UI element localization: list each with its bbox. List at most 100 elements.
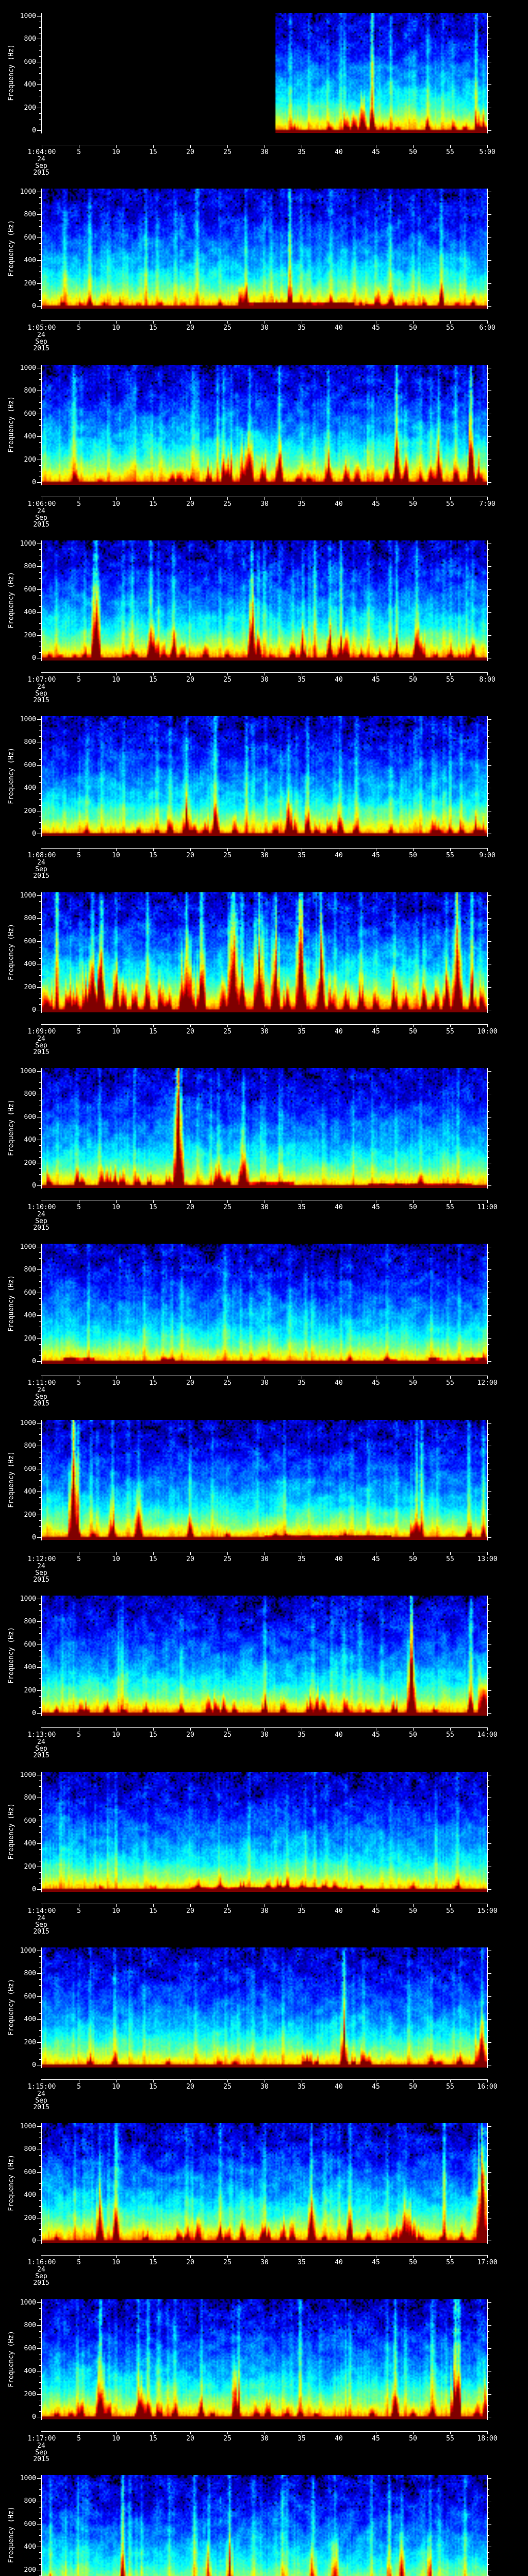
y-major-tick — [37, 895, 41, 896]
y-major-tick-right — [487, 1973, 491, 1974]
y-minor-tick-right — [487, 73, 489, 74]
y-minor-tick-right — [487, 402, 489, 403]
x-tick-label-end: 16:00 — [477, 2083, 498, 2091]
spectrogram-canvas — [42, 540, 487, 660]
y-tick-label: 400 — [24, 1312, 36, 1320]
y-tick-label: 0 — [32, 479, 36, 486]
y-tick-label: 0 — [32, 127, 36, 134]
y-minor-tick-right — [487, 2319, 489, 2320]
y-major-tick — [37, 1361, 41, 1362]
y-tick-label: 0 — [32, 1006, 36, 1014]
y-minor-tick-right — [487, 1849, 489, 1850]
y-tick-label: 400 — [24, 2015, 36, 2024]
y-minor-tick — [39, 1809, 41, 1810]
y-minor-tick — [39, 2382, 41, 2383]
y-major-tick-right — [487, 1713, 491, 1714]
spectrogram-canvas — [42, 1068, 487, 1188]
y-tick-label: 1000 — [20, 188, 36, 196]
y-major-tick — [37, 260, 41, 261]
y-minor-tick-right — [487, 1463, 489, 1464]
x-major-tick — [450, 145, 451, 148]
y-minor-tick — [39, 402, 41, 403]
y-minor-tick — [39, 300, 41, 301]
x-major-tick — [153, 1728, 154, 1731]
y-tick-label: 400 — [24, 2367, 36, 2376]
y-minor-tick-right — [487, 2002, 489, 2003]
y-minor-tick — [39, 27, 41, 28]
y-minor-tick-right — [487, 975, 489, 976]
y-minor-tick-right — [487, 981, 489, 982]
x-major-tick — [450, 1904, 451, 1907]
y-axis-title: Frequency (Hz) — [7, 1627, 15, 1684]
x-major-tick — [450, 1376, 451, 1379]
y-tick-label: 400 — [24, 257, 36, 265]
y-minor-tick — [39, 572, 41, 573]
x-major-tick — [487, 2080, 488, 2082]
x-major-tick — [227, 673, 228, 675]
y-tick-label: 600 — [24, 1113, 36, 1121]
y-minor-tick-right — [487, 1082, 489, 1083]
spectrogram-panel: Frequency (Hz) 0 200 400 600 800 1000 1:05:00 5… — [0, 176, 528, 352]
y-tick-label: 600 — [24, 585, 36, 594]
x-major-tick — [450, 2256, 451, 2258]
x-major-tick — [190, 2256, 191, 2258]
y-minor-tick-right — [487, 1520, 489, 1521]
y-minor-tick — [39, 975, 41, 976]
x-major-tick — [153, 145, 154, 148]
y-minor-tick-right — [487, 623, 489, 624]
y-tick-label: 400 — [24, 2543, 36, 2551]
y-major-tick-right — [487, 1889, 491, 1890]
y-minor-tick — [39, 1004, 41, 1005]
y-minor-tick — [39, 2489, 41, 2490]
y-minor-tick-right — [487, 2030, 489, 2031]
y-axis-title: Frequency (Hz) — [7, 572, 15, 629]
y-minor-tick — [39, 2495, 41, 2496]
x-major-tick — [116, 2432, 117, 2434]
y-axis-title: Frequency (Hz) — [7, 2506, 15, 2563]
y-minor-tick-right — [487, 2308, 489, 2309]
y-tick-label: 800 — [24, 914, 36, 923]
y-tick-label: 200 — [24, 807, 36, 815]
y-minor-tick — [39, 2229, 41, 2230]
y-tick-label: 200 — [24, 2038, 36, 2046]
y-minor-tick — [39, 379, 41, 380]
x-major-tick — [413, 2256, 414, 2258]
y-minor-tick — [39, 289, 41, 290]
spectrogram-canvas — [42, 2299, 487, 2419]
y-major-tick-right — [487, 566, 491, 567]
y-minor-tick-right — [487, 2200, 489, 2201]
y-minor-tick-right — [487, 2143, 489, 2144]
y-tick-label: 600 — [24, 761, 36, 769]
y-minor-tick-right — [487, 2183, 489, 2184]
y-major-tick-right — [487, 84, 491, 86]
y-minor-tick — [39, 1985, 41, 1986]
y-axis — [41, 189, 42, 309]
y-tick-label: 0 — [32, 654, 36, 662]
y-minor-tick — [39, 748, 41, 749]
y-axis — [41, 1947, 42, 2068]
y-minor-tick-right — [487, 1786, 489, 1787]
y-minor-tick — [39, 736, 41, 737]
x-major-tick — [227, 1552, 228, 1555]
y-minor-tick-right — [487, 1355, 489, 1356]
y-major-tick — [37, 1973, 41, 1974]
y-minor-tick — [39, 912, 41, 913]
x-major-tick — [487, 1025, 488, 1027]
y-major-tick — [37, 2172, 41, 2173]
y-minor-tick — [39, 782, 41, 783]
y-minor-tick — [39, 1826, 41, 1827]
x-major-tick — [190, 497, 191, 500]
y-tick-label: 400 — [24, 2191, 36, 2199]
y-minor-tick-right — [487, 442, 489, 443]
x-major-tick — [450, 1728, 451, 1731]
y-major-tick-right — [487, 1843, 491, 1844]
y-minor-tick — [39, 56, 41, 57]
y-minor-tick — [39, 2405, 41, 2406]
y-minor-tick-right — [487, 736, 489, 737]
x-major-tick — [413, 1552, 414, 1555]
y-minor-tick — [39, 2183, 41, 2184]
y-major-tick-right — [487, 589, 491, 590]
y-major-tick-right — [487, 895, 491, 896]
y-major-tick-right — [487, 1071, 491, 1072]
x-major-tick — [413, 2080, 414, 2082]
